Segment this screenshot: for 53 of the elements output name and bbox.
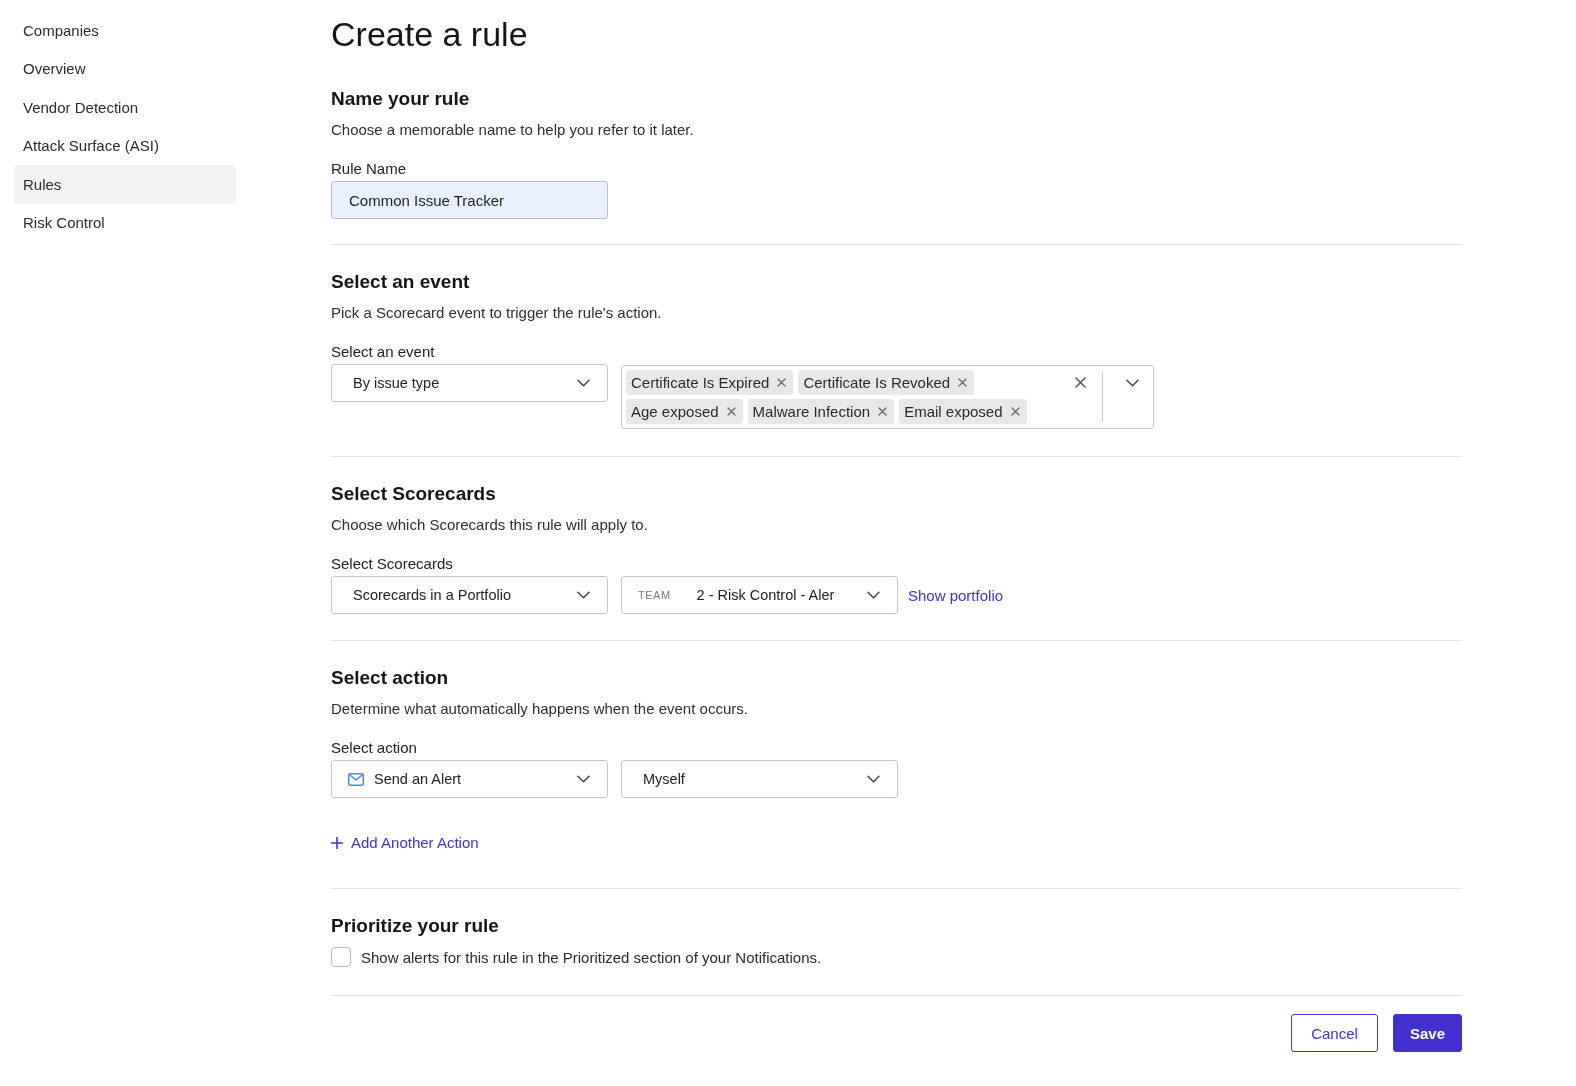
issue-tag[interactable]: Malware Infection [747,399,895,424]
sidebar-item[interactable]: Vendor Detection [14,88,236,127]
add-action-button[interactable]: Add Another Action [331,833,479,853]
chevron-down-icon [577,775,590,783]
plus-icon [331,837,343,849]
sidebar-item[interactable]: Attack Surface (ASI) [14,126,236,165]
save-button[interactable]: Save [1393,1014,1462,1052]
checkbox[interactable] [331,947,351,967]
field-label: Rule Name [331,159,408,179]
field-label: Select an event [331,342,436,362]
remove-icon[interactable] [777,378,787,387]
section-heading: Select Scorecards [331,482,497,506]
envelope-icon [348,772,364,786]
show-portfolio-link[interactable]: Show portfolio [908,586,1004,604]
section-heading: Select an event [331,270,471,294]
page-title: Create a rule [331,14,529,55]
section-heading: Select action [331,666,450,690]
remove-icon[interactable] [726,407,736,416]
section-heading: Name your rule [331,87,471,111]
action-select[interactable]: Send an Alert [331,760,608,798]
scorecard-scope-select[interactable]: Scorecards in a Portfolio [331,576,608,614]
issue-tag[interactable]: Email exposed [899,399,1027,424]
issue-tag[interactable]: Certificate Is Expired [626,370,794,395]
field-label: Select action [331,738,418,758]
section-description: Choose which Scorecards this rule will apply to. [331,515,649,535]
clear-icon[interactable] [1074,377,1086,388]
section-description: Pick a Scorecard event to trigger the rule's action. [331,303,663,323]
cancel-button[interactable]: Cancel [1291,1014,1378,1052]
issue-tag[interactable]: Certificate Is Revoked [798,370,975,395]
issue-tag[interactable]: Age exposed [626,399,743,424]
section-description: Choose a memorable name to help you refer to it later. [331,120,695,140]
chevron-down-icon [1125,379,1139,387]
recipient-select[interactable]: Myself [621,760,898,798]
checkbox-label: Show alerts for this rule in the Prioritized section of your Notifications. [361,948,822,966]
field-label: Select Scorecards [331,554,454,574]
rule-name-input[interactable]: Common Issue Tracker [331,181,608,219]
chevron-down-icon [867,591,880,599]
remove-icon[interactable] [878,407,888,416]
remove-icon[interactable] [1010,407,1020,416]
issue-type-multiselect[interactable]: Certificate Is Expired Certificate Is Revoked Age exposed Malware Infection Email exposed [621,365,1154,429]
portfolio-select[interactable]: TEAM 2 - Risk Control - Aler [621,576,898,614]
chevron-down-icon [577,379,590,387]
section-description: Determine what automatically happens when the event occurs. [331,699,749,719]
sidebar-item[interactable]: Rules [14,165,236,204]
remove-icon[interactable] [958,378,968,387]
sidebar-item[interactable]: Overview [14,49,236,88]
portfolio-type-label: TEAM [638,589,671,601]
sidebar-item[interactable]: Risk Control [14,203,236,242]
section-heading: Prioritize your rule [331,914,500,938]
chevron-down-icon [577,591,590,599]
event-type-select[interactable]: By issue type [331,364,608,402]
chevron-down-icon [867,775,880,783]
sidebar-item[interactable]: Companies [14,11,236,50]
